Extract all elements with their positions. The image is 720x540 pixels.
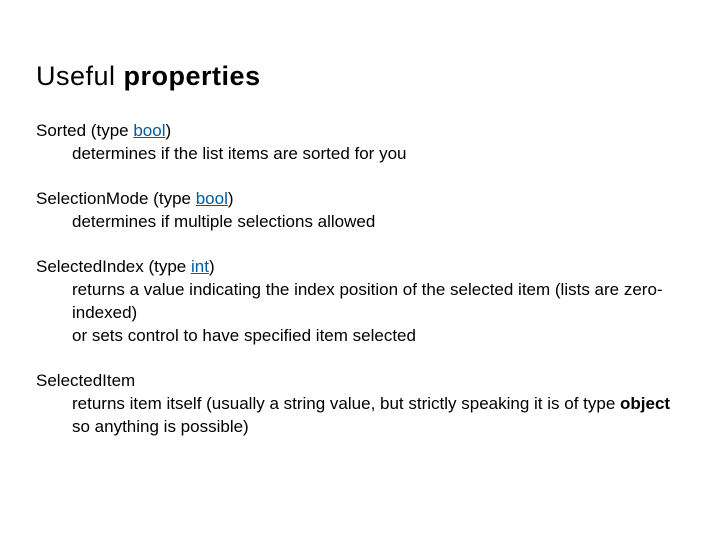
desc-bold: object: [620, 394, 670, 413]
head-before: Sorted (type: [36, 121, 133, 140]
head-after: ): [228, 189, 234, 208]
property-description: determines if multiple selections allowe…: [36, 211, 684, 234]
type-keyword: int: [191, 257, 209, 276]
desc-before: returns item itself (usually a string va…: [72, 394, 620, 413]
property-description: or sets control to have specified item s…: [36, 325, 684, 348]
head-after: ): [165, 121, 171, 140]
property-sorted: Sorted (type bool) determines if the lis…: [36, 120, 684, 166]
property-heading: SelectionMode (type bool): [36, 188, 684, 211]
property-heading: Sorted (type bool): [36, 120, 684, 143]
property-selecteditem: SelectedItem returns item itself (usuall…: [36, 370, 684, 439]
slide-title: Useful properties: [36, 58, 684, 94]
type-keyword: bool: [196, 189, 228, 208]
title-emph: properties: [124, 61, 261, 91]
type-keyword: bool: [133, 121, 165, 140]
head-after: ): [209, 257, 215, 276]
property-description: returns a value indicating the index pos…: [36, 279, 684, 325]
property-heading: SelectedIndex (type int): [36, 256, 684, 279]
title-prefix: Useful: [36, 61, 124, 91]
property-description: determines if the list items are sorted …: [36, 143, 684, 166]
head-before: SelectionMode (type: [36, 189, 196, 208]
head-before: SelectedIndex (type: [36, 257, 191, 276]
property-selectionmode: SelectionMode (type bool) determines if …: [36, 188, 684, 234]
property-description: returns item itself (usually a string va…: [36, 393, 684, 439]
property-selectedindex: SelectedIndex (type int) returns a value…: [36, 256, 684, 348]
property-heading: SelectedItem: [36, 370, 684, 393]
desc-after: so anything is possible): [72, 417, 249, 436]
head-before: SelectedItem: [36, 371, 135, 390]
